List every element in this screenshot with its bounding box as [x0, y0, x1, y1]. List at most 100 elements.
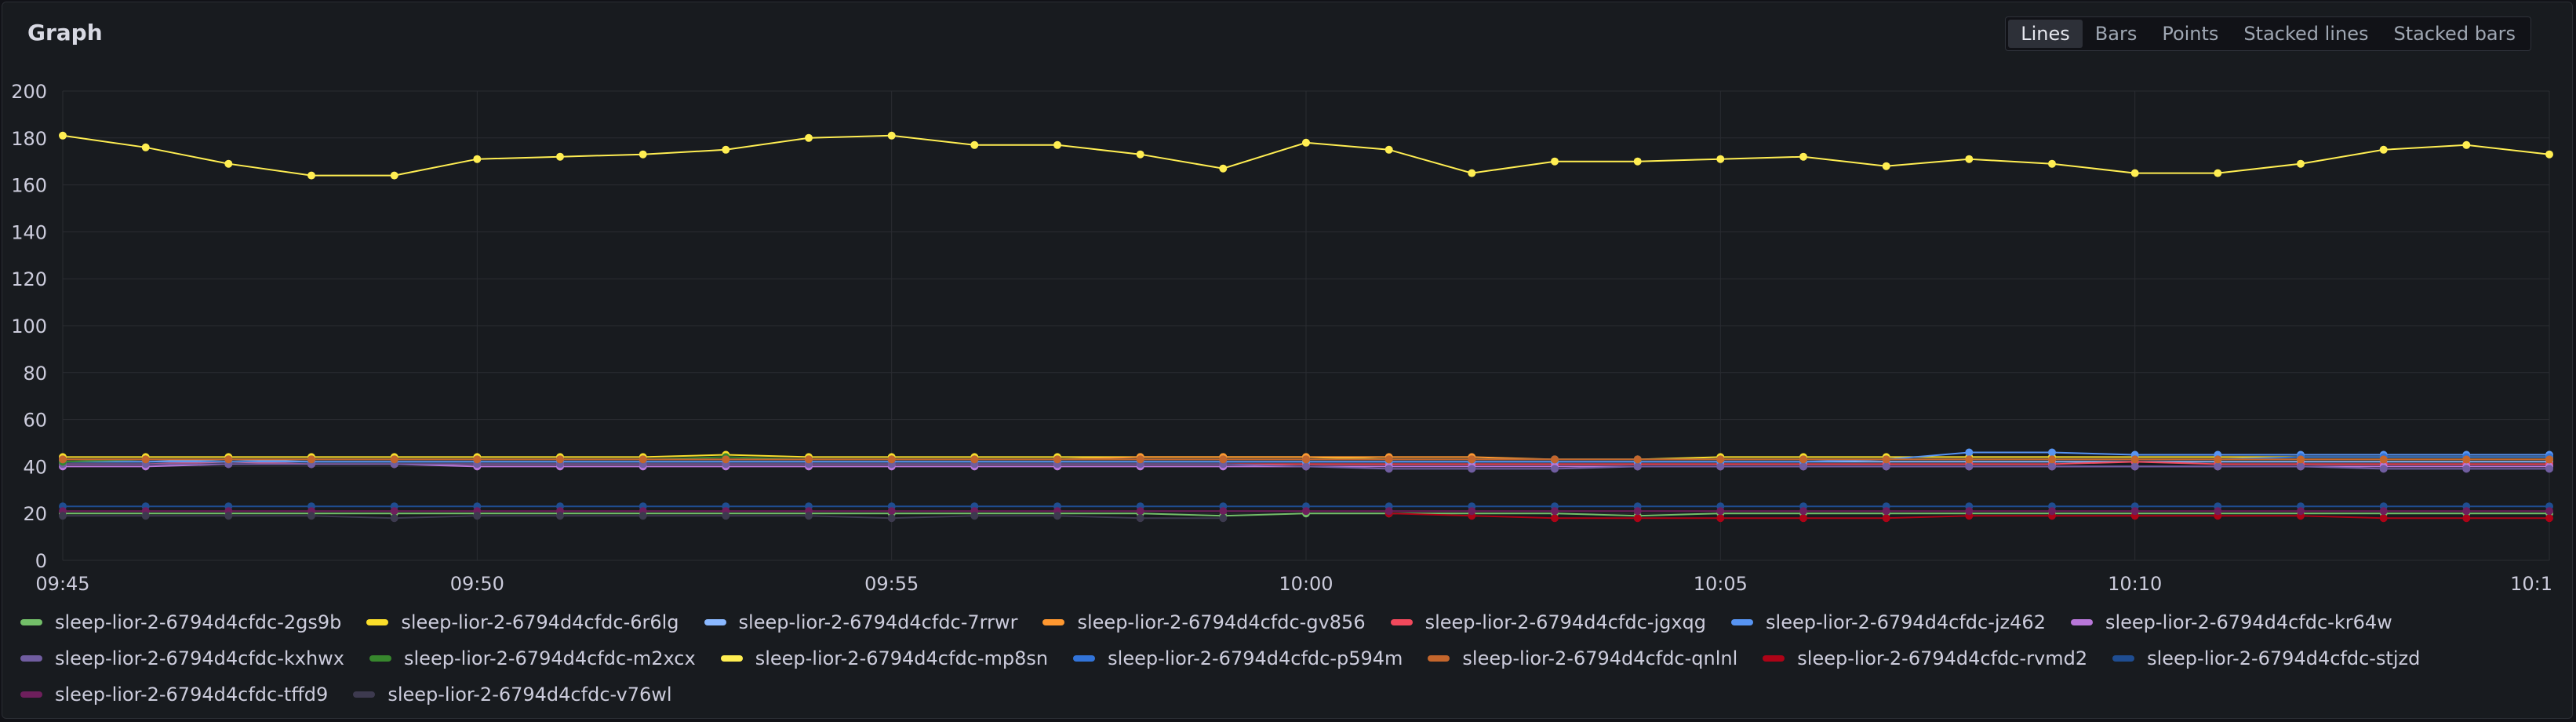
- legend-item[interactable]: sleep-lior-2-6794d4cfdc-2gs9b: [20, 611, 341, 633]
- data-point: [1716, 155, 1725, 163]
- y-tick-label: 200: [11, 81, 47, 103]
- data-point: [2545, 514, 2553, 523]
- data-point: [2297, 462, 2305, 471]
- data-point: [390, 171, 398, 180]
- legend-item[interactable]: sleep-lior-2-6794d4cfdc-6r6lg: [366, 611, 679, 633]
- y-tick-label: 120: [11, 268, 47, 290]
- data-point: [1551, 455, 1559, 464]
- legend-swatch: [1428, 655, 1450, 662]
- data-point: [2462, 455, 2471, 464]
- data-point: [2297, 455, 2305, 464]
- data-point: [1965, 155, 1974, 163]
- data-point: [1136, 150, 1144, 159]
- legend-item[interactable]: sleep-lior-2-6794d4cfdc-stjzd: [2112, 647, 2420, 669]
- data-point: [1799, 152, 1807, 161]
- data-point: [1799, 455, 1807, 464]
- legend-item[interactable]: sleep-lior-2-6794d4cfdc-gv856: [1042, 611, 1366, 633]
- legend-row: sleep-lior-2-6794d4cfdc-kxhwx sleep-lior-…: [20, 640, 2562, 676]
- legend-label: sleep-lior-2-6794d4cfdc-jz462: [1766, 611, 2046, 633]
- data-point: [887, 514, 896, 523]
- data-point: [307, 512, 315, 520]
- data-point: [805, 455, 813, 464]
- data-point: [1633, 507, 1642, 516]
- data-point: [1965, 455, 1974, 464]
- legend-item[interactable]: sleep-lior-2-6794d4cfdc-7rrwr: [704, 611, 1018, 633]
- legend-item[interactable]: sleep-lior-2-6794d4cfdc-v76wl: [353, 684, 672, 706]
- data-point: [2130, 455, 2139, 464]
- data-point: [59, 512, 67, 520]
- legend-swatch: [1073, 655, 1096, 662]
- legend-item[interactable]: sleep-lior-2-6794d4cfdc-tffd9: [20, 684, 328, 706]
- data-point: [2462, 140, 2471, 149]
- legend-label: sleep-lior-2-6794d4cfdc-p594m: [1108, 647, 1403, 669]
- x-tick-label: 10:00: [1279, 573, 1333, 595]
- data-point: [1302, 462, 1310, 471]
- data-point: [1882, 455, 1890, 464]
- data-point: [1384, 507, 1393, 516]
- legend-item[interactable]: sleep-lior-2-6794d4cfdc-qnlnl: [1428, 647, 1737, 669]
- data-point: [1302, 507, 1310, 516]
- data-point: [2379, 145, 2388, 154]
- legend-swatch: [2070, 619, 2093, 625]
- data-point: [887, 131, 896, 140]
- legend-label: sleep-lior-2-6794d4cfdc-rvmd2: [1797, 647, 2088, 669]
- data-point: [2048, 507, 2056, 516]
- data-point: [1965, 462, 1974, 471]
- data-point: [1716, 507, 1725, 516]
- data-point: [390, 514, 398, 523]
- data-point: [141, 455, 150, 464]
- legend-label: sleep-lior-2-6794d4cfdc-v76wl: [387, 684, 672, 706]
- data-point: [2048, 448, 2056, 457]
- data-point: [1384, 145, 1393, 154]
- data-point: [1136, 514, 1144, 523]
- data-point: [1882, 507, 1890, 516]
- data-point: [2048, 159, 2056, 168]
- data-point: [556, 455, 564, 464]
- data-point: [1551, 465, 1559, 473]
- x-tick-label: 09:50: [450, 573, 504, 595]
- data-point: [556, 152, 564, 161]
- data-point: [970, 455, 979, 464]
- legend-swatch: [720, 655, 743, 662]
- x-tick-label: 10:10: [2108, 573, 2162, 595]
- data-point: [1468, 465, 1476, 473]
- legend-item[interactable]: sleep-lior-2-6794d4cfdc-kxhwx: [20, 647, 344, 669]
- data-point: [2545, 150, 2553, 159]
- legend-item[interactable]: sleep-lior-2-6794d4cfdc-jz462: [1731, 611, 2046, 633]
- data-point: [1468, 169, 1476, 177]
- data-point: [1882, 514, 1890, 523]
- data-point: [722, 145, 730, 154]
- legend-item[interactable]: sleep-lior-2-6794d4cfdc-rvmd2: [1763, 647, 2087, 669]
- data-point: [639, 455, 647, 464]
- data-point: [1219, 507, 1228, 516]
- data-point: [307, 455, 315, 464]
- data-point: [1551, 157, 1559, 166]
- legend-item[interactable]: sleep-lior-2-6794d4cfdc-jgxqg: [1390, 611, 1706, 633]
- y-tick-label: 180: [11, 128, 47, 150]
- data-point: [1799, 507, 1807, 516]
- data-point: [1633, 455, 1642, 464]
- data-point: [2048, 462, 2056, 471]
- legend-label: sleep-lior-2-6794d4cfdc-7rrwr: [738, 611, 1018, 633]
- legend-item[interactable]: sleep-lior-2-6794d4cfdc-mp8sn: [720, 647, 1048, 669]
- data-point: [1468, 507, 1476, 516]
- legend-item[interactable]: sleep-lior-2-6794d4cfdc-kr64w: [2070, 611, 2392, 633]
- data-point: [1302, 138, 1310, 147]
- data-point: [1468, 455, 1476, 464]
- data-point: [2545, 455, 2553, 464]
- x-tick-label: 09:45: [35, 573, 89, 595]
- data-point: [1136, 507, 1144, 516]
- data-point: [473, 155, 482, 163]
- legend-swatch: [1042, 619, 1065, 625]
- x-tick-label: 10:1: [2510, 573, 2552, 595]
- legend-swatch: [1763, 655, 1785, 662]
- data-point: [1799, 462, 1807, 471]
- legend-swatch: [2112, 655, 2135, 662]
- legend-item[interactable]: sleep-lior-2-6794d4cfdc-p594m: [1073, 647, 1403, 669]
- data-point: [1053, 455, 1061, 464]
- data-point: [1053, 140, 1061, 149]
- legend-label: sleep-lior-2-6794d4cfdc-kr64w: [2105, 611, 2392, 633]
- data-point: [1799, 514, 1807, 523]
- legend-item[interactable]: sleep-lior-2-6794d4cfdc-m2xcx: [369, 647, 696, 669]
- legend-label: sleep-lior-2-6794d4cfdc-stjzd: [2147, 647, 2421, 669]
